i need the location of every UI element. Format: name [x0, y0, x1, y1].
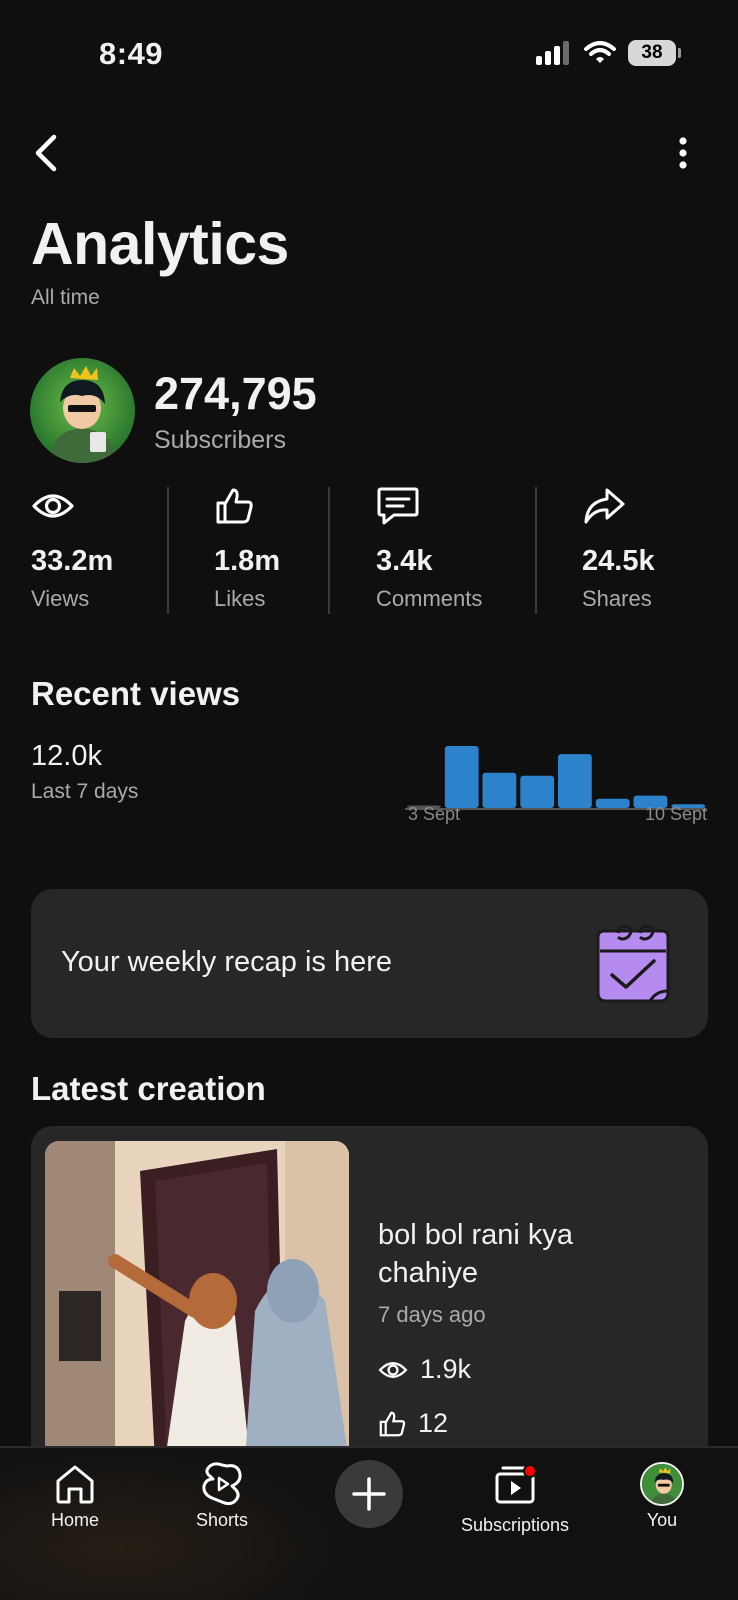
chart-end-label: 10 Sept [644, 804, 707, 824]
stat-divider [328, 487, 330, 614]
status-icons: 38 [536, 40, 681, 66]
eye-icon [32, 494, 74, 518]
chart-bar [444, 746, 479, 808]
latest-creation-card[interactable]: bol bol rani kya chahiye 7 days ago 1.9k… [31, 1126, 708, 1446]
nav-you-label: You [646, 1510, 678, 1530]
battery-indicator: 38 [628, 40, 681, 66]
video-views: 1.9k [378, 1354, 471, 1385]
stat-likes-label: Likes [214, 586, 266, 611]
stat-divider [535, 487, 537, 614]
home-icon [56, 1465, 94, 1504]
comment-icon [377, 487, 419, 525]
date-range-label: All time [31, 286, 100, 309]
subscriptions-icon-wrap [493, 1462, 537, 1511]
video-thumbnail[interactable] [45, 1141, 349, 1446]
status-time: 8:49 [99, 36, 164, 71]
user-avatar [640, 1462, 684, 1506]
recent-views-title: Recent views [31, 675, 241, 712]
back-button[interactable] [26, 128, 66, 178]
stat-shares-value: 24.5k [582, 545, 655, 577]
stat-likes[interactable]: 1.8m Likes [214, 484, 280, 616]
more-vertical-icon [679, 137, 687, 169]
stat-comments-label: Comments [376, 586, 483, 611]
wifi-icon [584, 41, 616, 63]
eye-icon [378, 1361, 408, 1378]
chart-bar [558, 754, 592, 808]
stat-divider [167, 487, 169, 614]
plus-icon [352, 1477, 386, 1511]
recent-views-period: Last 7 days [31, 780, 139, 803]
video-views-value: 1.9k [420, 1354, 472, 1384]
stat-shares[interactable]: 24.5k Shares [582, 484, 655, 616]
shorts-icon [202, 1462, 242, 1506]
stats-row: 33.2m Views 1.8m Likes 3.4k Comments 24.… [0, 484, 738, 616]
chart-bar [520, 775, 555, 808]
stat-comments-value: 3.4k [376, 545, 433, 577]
stat-shares-label: Shares [582, 586, 652, 611]
more-options-button[interactable] [668, 128, 698, 178]
cellular-signal-icon [536, 41, 569, 65]
thumbs-up-icon [216, 488, 253, 524]
video-age: 7 days ago [378, 1302, 486, 1327]
video-title: bol bol rani kya chahiye [378, 1219, 574, 1289]
share-icon [584, 488, 625, 524]
stat-comments[interactable]: 3.4k Comments [376, 484, 482, 616]
nav-subscriptions[interactable]: Subscriptions [440, 1462, 590, 1536]
stat-likes-value: 1.8m [214, 545, 281, 577]
chart-start-label: 3 Sept [408, 804, 461, 824]
weekly-recap-card[interactable]: Your weekly recap is here [31, 889, 708, 1038]
calendar-check-icon [596, 924, 670, 1003]
subscriber-count: 274,795 [154, 368, 317, 419]
chart-bar [595, 798, 630, 808]
nav-shorts-label: Shorts [195, 1510, 249, 1530]
nav-shorts[interactable]: Shorts [147, 1462, 297, 1531]
nav-you[interactable]: You [587, 1462, 737, 1531]
video-likes-value: 12 [418, 1408, 449, 1438]
channel-avatar[interactable] [30, 358, 135, 463]
stat-views[interactable]: 33.2m Views [31, 484, 113, 616]
latest-creation-title: Latest creation [31, 1070, 266, 1107]
nav-subscriptions-label: Subscriptions [460, 1515, 570, 1535]
chevron-left-icon [35, 134, 57, 172]
subscriber-label: Subscribers [154, 426, 286, 454]
page-title: Analytics [31, 211, 289, 277]
stat-views-value: 33.2m [31, 545, 114, 577]
recent-views-value: 12.0k [31, 740, 102, 772]
status-bar: 8:49 38 [0, 0, 738, 108]
bottom-navigation: Home Shorts Subscriptions You [0, 1446, 738, 1600]
chart-bar [482, 772, 517, 808]
notification-dot [523, 1464, 537, 1478]
thumbs-up-icon [379, 1411, 406, 1436]
stat-views-label: Views [31, 586, 90, 611]
nav-home-label: Home [50, 1510, 99, 1530]
weekly-recap-text: Your weekly recap is here [61, 946, 392, 978]
nav-home[interactable]: Home [0, 1462, 150, 1531]
top-bar [0, 128, 738, 178]
create-button[interactable] [335, 1460, 403, 1528]
video-likes: 12 [378, 1408, 448, 1439]
